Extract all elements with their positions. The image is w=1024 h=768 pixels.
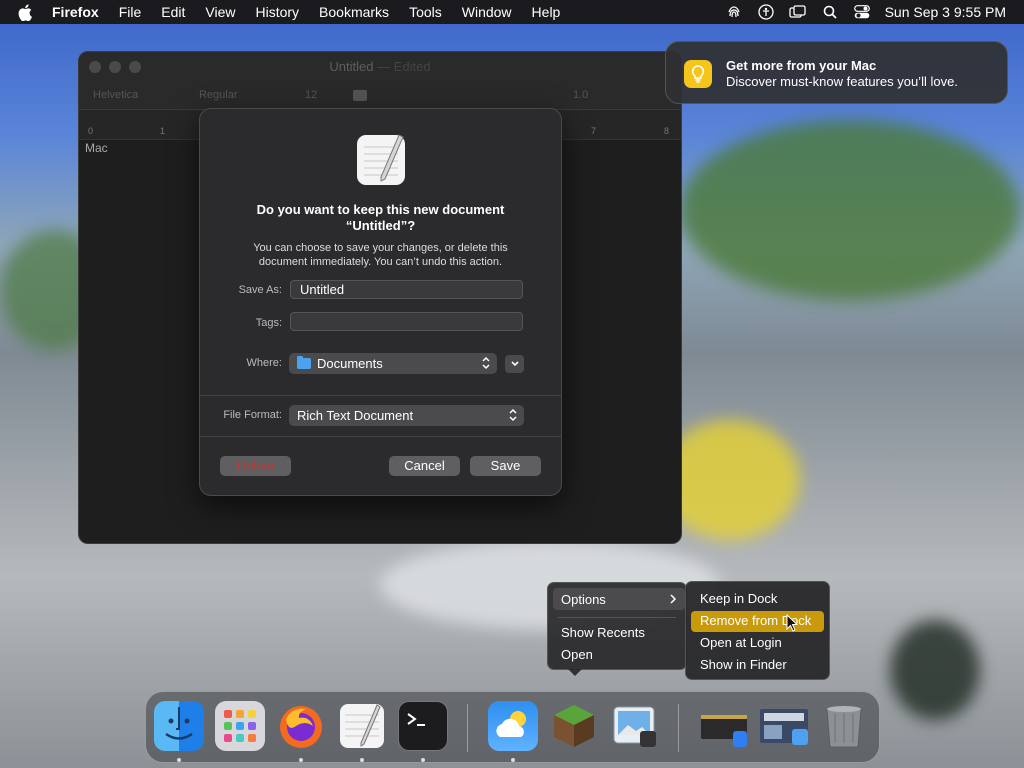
tags-label: Tags: — [255, 317, 282, 329]
up-down-arrows-icon — [482, 356, 490, 370]
dock-separator — [678, 704, 679, 752]
notification-title: Get more from your Mac — [726, 58, 877, 73]
dock-minecraft-icon[interactable] — [549, 701, 599, 751]
menu-item-show-recents[interactable]: Show Recents — [561, 625, 645, 640]
save-as-label: Save As: — [238, 284, 282, 296]
ruler-mark: 1 — [160, 126, 166, 136]
window-title-bar: Untitled — Edited — [79, 52, 681, 82]
window-title-status: — Edited — [377, 59, 431, 74]
ruler-mark: 0 — [88, 126, 94, 136]
menu-history[interactable]: History — [255, 4, 299, 20]
dialog-heading-line: Do you want to keep this new document — [256, 202, 505, 217]
menu-item-open[interactable]: Open — [561, 647, 593, 662]
options-submenu: Keep in Dock Remove from Dock Open at Lo… — [685, 581, 830, 680]
font-family-popup[interactable]: Helvetica — [93, 89, 138, 101]
menu-item-keep-in-dock[interactable]: Keep in Dock — [700, 591, 777, 606]
save-as-field[interactable]: Untitled — [290, 280, 523, 299]
ruler-mark: 7 — [591, 126, 597, 136]
where-value: Documents — [317, 355, 383, 371]
document-text[interactable]: Mac — [85, 141, 108, 155]
running-indicator — [421, 758, 425, 762]
tips-notification[interactable]: Get more from your Mac Discover must-kno… — [665, 41, 1008, 104]
menu-item-options[interactable]: Options — [561, 592, 606, 607]
menu-view[interactable]: View — [205, 4, 235, 20]
save-dialog: Do you want to keep this new document “U… — [199, 108, 562, 496]
running-indicator — [360, 758, 364, 762]
separator — [200, 395, 561, 396]
menu-bar: Firefox File Edit View History Bookmarks… — [0, 0, 1024, 24]
menu-item-show-in-finder[interactable]: Show in Finder — [700, 657, 787, 672]
expand-browser-button[interactable] — [505, 355, 524, 373]
tags-field[interactable] — [290, 312, 523, 331]
running-indicator — [177, 758, 181, 762]
notification-body: Discover must-know features you’ll love. — [726, 74, 958, 89]
chevron-down-icon — [510, 361, 519, 367]
font-style-popup[interactable]: Regular — [199, 89, 238, 101]
running-indicator — [299, 758, 303, 762]
dialog-description-line: You can choose to save your changes, or … — [253, 242, 508, 254]
file-format-popup[interactable]: Rich Text Document — [289, 405, 524, 426]
where-label: Where: — [246, 357, 282, 369]
menu-item-open-at-login[interactable]: Open at Login — [700, 635, 782, 650]
running-indicator — [511, 758, 515, 762]
lightbulb-icon — [684, 60, 712, 88]
menu-app-name[interactable]: Firefox — [52, 4, 99, 20]
dock-downloads-stack-icon[interactable] — [758, 701, 808, 751]
save-button[interactable]: Save — [470, 456, 541, 476]
dialog-description: You can choose to save your changes, or … — [230, 241, 531, 269]
menu-edit[interactable]: Edit — [161, 4, 185, 20]
separator — [200, 436, 561, 437]
menu-separator — [558, 617, 676, 618]
file-format-value: Rich Text Document — [297, 407, 414, 423]
wallpaper-trees — [680, 120, 1020, 300]
cancel-button[interactable]: Cancel — [389, 456, 460, 476]
menu-file[interactable]: File — [119, 4, 142, 20]
font-size-popup[interactable]: 12 — [305, 89, 317, 101]
dock-textedit-icon[interactable] — [337, 701, 387, 751]
fingerprint-icon[interactable] — [725, 3, 743, 21]
wallpaper-sign — [890, 620, 980, 720]
ruler-mark: 8 — [664, 126, 670, 136]
control-center-icon[interactable] — [853, 3, 871, 21]
menu-tools[interactable]: Tools — [409, 4, 442, 20]
line-spacing-popup[interactable]: 1.0 — [573, 89, 588, 101]
spotlight-search-icon[interactable] — [821, 3, 839, 21]
menu-bookmarks[interactable]: Bookmarks — [319, 4, 389, 20]
chevron-right-icon — [670, 594, 677, 604]
dock-minimized-window-icon[interactable] — [699, 701, 749, 751]
format-toolbar: Helvetica Regular 12 1.0 — [79, 82, 681, 110]
accessibility-icon[interactable] — [757, 3, 775, 21]
dock-separator — [467, 704, 468, 752]
folder-icon — [297, 356, 311, 369]
screen-mirroring-icon[interactable] — [788, 3, 807, 21]
dialog-description-line: document immediately. You can’t undo thi… — [258, 256, 503, 268]
menu-window[interactable]: Window — [462, 4, 512, 20]
window-title-name: Untitled — [329, 59, 374, 74]
dialog-heading: Do you want to keep this new document “U… — [220, 202, 541, 234]
dock-terminal-icon[interactable] — [398, 701, 448, 751]
up-down-arrows-icon — [509, 408, 517, 422]
dock-context-menu: Options Show Recents Open — [547, 582, 687, 676]
dock-weather-icon[interactable] — [488, 701, 538, 751]
text-color-swatch[interactable] — [353, 90, 367, 101]
dock — [145, 691, 880, 763]
dock-preview-icon[interactable] — [610, 701, 660, 751]
menu-bar-clock[interactable]: Sun Sep 3 9:55 PM — [885, 4, 1006, 20]
delete-button[interactable]: Delete — [220, 456, 291, 476]
textedit-app-icon — [355, 131, 407, 187]
dialog-heading-line: “Untitled”? — [345, 218, 416, 233]
dock-launchpad-icon[interactable] — [215, 701, 265, 751]
menu-help[interactable]: Help — [532, 4, 561, 20]
file-format-label: File Format: — [223, 409, 282, 421]
apple-menu-icon[interactable] — [18, 3, 36, 21]
where-popup[interactable]: Documents — [289, 353, 497, 374]
dock-trash-icon[interactable] — [819, 701, 869, 751]
mouse-pointer-icon — [786, 614, 798, 632]
menu-pointer — [568, 669, 582, 676]
window-title: Untitled — Edited — [79, 59, 681, 74]
dock-firefox-icon[interactable] — [276, 701, 326, 751]
dock-finder-icon[interactable] — [154, 701, 204, 751]
